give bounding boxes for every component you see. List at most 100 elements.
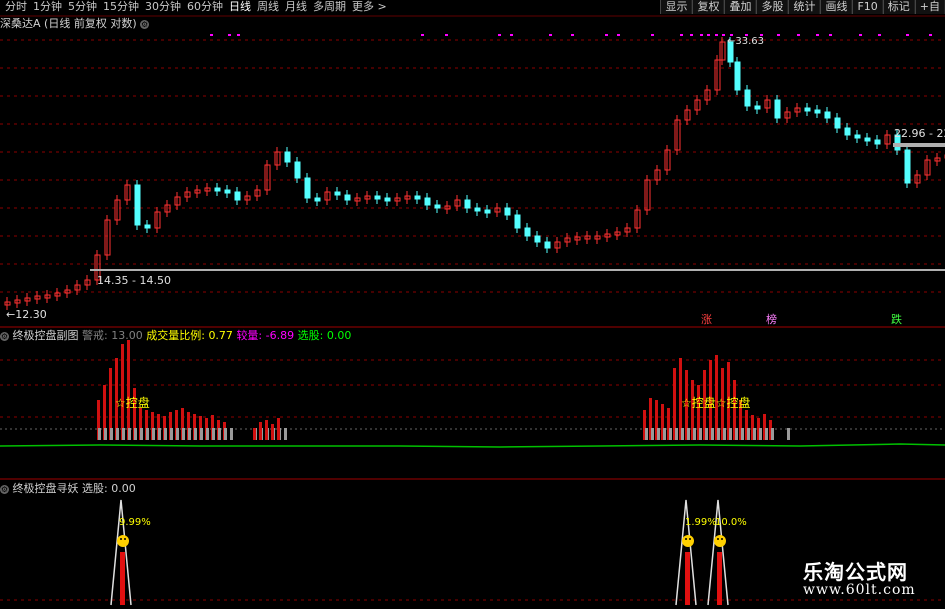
smiley-icon: [714, 535, 726, 547]
candle: [804, 107, 811, 112]
volume-bar: [765, 428, 768, 440]
volume-bar: [121, 344, 124, 440]
main-panel-title: 深桑达A (日线 前复权 对数) ⚙: [0, 17, 150, 30]
watermark-url: www.60lt.com: [803, 582, 916, 598]
candle: [514, 214, 521, 229]
candle: [844, 127, 851, 136]
volume-bar: [651, 428, 654, 440]
signal-dot: [829, 34, 832, 36]
signal-dot: [651, 34, 654, 36]
volume-bar: [98, 428, 101, 440]
candle: [344, 194, 351, 201]
high-price-label: ←33.63: [727, 36, 765, 47]
candle: [814, 109, 821, 114]
volume-bar: [681, 428, 684, 440]
candle: [414, 195, 421, 200]
smiley-eye: [124, 538, 126, 540]
control-annotation-1: ☆控盘: [115, 396, 150, 410]
volume-bar: [723, 428, 726, 440]
signal-dot: [510, 34, 513, 36]
volume-bar: [699, 428, 702, 440]
volume-bar: [146, 428, 149, 440]
signal-dot: [878, 34, 881, 36]
chart-mode: (日线 前复权 对数): [44, 17, 137, 30]
candle: [284, 151, 291, 163]
candle: [864, 137, 871, 142]
candle: [484, 209, 491, 214]
smiley-icon: [117, 535, 129, 547]
control-annotation-2: ☆控盘☆控盘: [681, 396, 751, 410]
ratio-line: [0, 443, 945, 448]
sub-panel-1-title: ⚙ 终极控盘副图 警戒: 13.00 成交量比例: 0.77 较量: -6.89…: [0, 329, 352, 342]
candle: [144, 224, 151, 229]
volume-bar: [284, 428, 287, 440]
volume-bar: [194, 428, 197, 440]
candle: [374, 195, 381, 200]
candle: [834, 117, 841, 129]
candle: [234, 191, 241, 201]
candle: [904, 149, 911, 184]
candle: [434, 204, 441, 209]
candle: [474, 207, 481, 212]
signal-bar: [685, 552, 690, 605]
volume-bar: [224, 428, 227, 440]
smiley-eye: [685, 538, 687, 540]
volume-bar: [729, 428, 732, 440]
candle: [754, 105, 761, 110]
candle: [424, 197, 431, 206]
candle: [744, 89, 751, 107]
candle: [464, 199, 471, 209]
sub-panel-2-title: ⚙ 终极控盘寻妖 选股: 0.00: [0, 482, 136, 495]
smiley-eye: [689, 538, 691, 540]
volume-bar: [230, 428, 233, 440]
signal-dot: [690, 34, 693, 36]
candle: [384, 197, 391, 202]
signal-bar: [120, 552, 125, 605]
candle: [544, 241, 551, 249]
event-limit-down[interactable]: 跌: [891, 313, 902, 326]
stock-name: 深桑达A: [0, 17, 41, 30]
settings-icon[interactable]: ⚙: [0, 331, 9, 341]
candle: [534, 235, 541, 243]
watermark-title: 乐淘公式网: [803, 560, 908, 584]
volume-bar: [741, 428, 744, 440]
settings-icon[interactable]: ⚙: [140, 19, 150, 29]
volume-bar: [206, 428, 209, 440]
event-limit-up[interactable]: 涨: [701, 313, 712, 326]
volume-bar: [182, 428, 185, 440]
candle: [774, 99, 781, 119]
signal-dot: [617, 34, 620, 36]
volume-bar: [176, 428, 179, 440]
volume-bar: [140, 428, 143, 440]
volume-bar: [110, 428, 113, 440]
candle: [294, 161, 301, 179]
volume-bar: [657, 428, 660, 440]
volume-bar: [170, 428, 173, 440]
signal-label-1: 9.99%: [119, 517, 151, 528]
volume-bar: [259, 422, 262, 440]
signal-dot: [605, 34, 608, 36]
settings-icon[interactable]: ⚙: [0, 484, 9, 494]
low-arrow-icon: ←: [6, 308, 16, 321]
volume-bar: [747, 428, 750, 440]
signal-dot: [929, 34, 932, 36]
signal-dot: [700, 34, 703, 36]
smiley-eye: [120, 538, 122, 540]
signal-dot: [906, 34, 909, 36]
volume-bar: [711, 428, 714, 440]
signal-bar: [717, 552, 722, 605]
event-ranking[interactable]: 榜: [766, 313, 777, 326]
candle: [854, 134, 861, 139]
volume-bar: [116, 428, 119, 440]
signal-label-2: 1.99%: [685, 517, 717, 528]
volume-bar: [128, 428, 131, 440]
volume-bar: [693, 428, 696, 440]
volume-bar: [212, 428, 215, 440]
volume-bar: [277, 418, 280, 440]
signal-dot: [777, 34, 780, 36]
candle: [874, 139, 881, 145]
volume-bar: [717, 428, 720, 440]
volume-bar: [675, 428, 678, 440]
candle: [304, 177, 311, 199]
candle: [134, 184, 141, 226]
